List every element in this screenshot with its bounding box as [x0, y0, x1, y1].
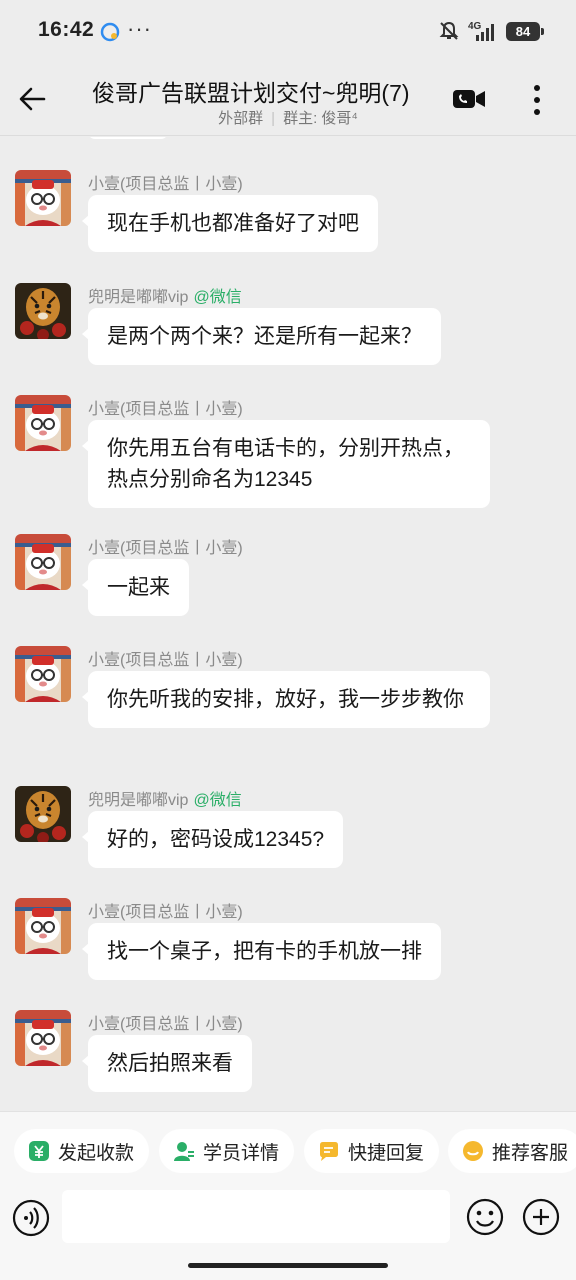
sender-name: 小壹(项目总监丨小壹) [88, 904, 243, 921]
emoji-icon[interactable] [466, 1198, 504, 1236]
avatar-tiger[interactable] [15, 283, 71, 339]
chat-subtitle: 外部群 | 群主: 俊哥⁴ [0, 107, 576, 128]
message-bubble[interactable]: 一起来 [82, 559, 189, 616]
chip-label: 推荐客服 [492, 1142, 569, 1164]
wechat-tag: @微信 [193, 792, 242, 809]
quick-action-quick-reply[interactable]: 快捷回复 [304, 1129, 440, 1173]
recommend-icon [463, 1141, 483, 1161]
external-group-label: 外部群 [218, 110, 264, 127]
wechat-tag: @微信 [193, 289, 242, 306]
sender-name: 兜明是嘟嘟vip @微信 [88, 289, 242, 306]
payment-icon [29, 1141, 49, 1161]
message-bubble[interactable]: 你先用五台有电话卡的，分别开热点，热点分别命名为12345 [82, 420, 490, 508]
chat-title[interactable]: 俊哥广告联盟计划交付~兜明(7) [92, 74, 437, 108]
message-bubble[interactable]: 你先听我的安排，放好，我一步步教你 [82, 671, 490, 728]
network-type: 4G [468, 21, 482, 32]
input-bar [0, 1189, 576, 1280]
plus-icon[interactable] [522, 1198, 560, 1236]
chat-header: 俊哥广告联盟计划交付~兜明(7) 外部群 | 群主: 俊哥⁴ [0, 62, 576, 136]
app-notification-icon [100, 22, 120, 42]
previous-message-bubble [88, 137, 168, 139]
battery-icon: 84 [506, 21, 544, 41]
sender-name: 小壹(项目总监丨小壹) [88, 652, 243, 669]
avatar-xiaoyi[interactable] [15, 646, 71, 702]
subtitle-separator: | [271, 110, 276, 127]
chip-label: 学员详情 [203, 1142, 280, 1164]
sender-name: 兜明是嘟嘟vip @微信 [88, 792, 242, 809]
chip-label: 发起收款 [58, 1142, 135, 1164]
sender-name: 小壹(项目总监丨小壹) [88, 401, 243, 418]
avatar-xiaoyi[interactable] [15, 1010, 71, 1066]
message-bubble[interactable]: 现在手机也都准备好了对吧 [82, 195, 378, 252]
avatar-xiaoyi[interactable] [15, 898, 71, 954]
quick-actions-bar: 发起收款 学员详情 快捷回复 推荐客服 [0, 1111, 576, 1189]
message-input[interactable] [62, 1190, 450, 1243]
quick-action-recommend-service[interactable]: 推荐客服 [448, 1129, 576, 1173]
home-indicator[interactable] [188, 1263, 388, 1268]
student-icon [174, 1142, 194, 1161]
status-bar: 16:42 ··· 4G 84 [0, 0, 576, 62]
avatar-xiaoyi[interactable] [15, 170, 71, 226]
chip-label: 快捷回复 [348, 1142, 425, 1164]
avatar-tiger[interactable] [15, 786, 71, 842]
message-bubble[interactable]: 是两个两个来？还是所有一起来？ [82, 308, 441, 365]
sender-name: 小壹(项目总监丨小壹) [88, 176, 243, 193]
sender-name: 小壹(项目总监丨小壹) [88, 540, 243, 557]
mute-icon [439, 21, 459, 40]
message-bubble[interactable]: 找一个桌子，把有卡的手机放一排 [82, 923, 441, 980]
video-call-icon[interactable] [452, 88, 486, 110]
quick-action-payment[interactable]: 发起收款 [14, 1129, 150, 1173]
status-more-dots: ··· [127, 16, 152, 41]
group-owner-label: 群主: 俊哥⁴ [283, 110, 358, 127]
status-time: 16:42 [38, 18, 95, 41]
message-bubble[interactable]: 然后拍照来看 [82, 1035, 252, 1092]
avatar-xiaoyi[interactable] [15, 395, 71, 451]
sender-name: 小壹(项目总监丨小壹) [88, 1016, 243, 1033]
avatar-xiaoyi[interactable] [15, 534, 71, 590]
quick-action-student-details[interactable]: 学员详情 [159, 1129, 295, 1173]
message-list[interactable]: 小壹(项目总监丨小壹) 现在手机也都准备好了对吧 兜明是嘟嘟vip @微信 是两个… [0, 137, 576, 1111]
voice-input-icon[interactable] [12, 1199, 50, 1237]
more-options-icon[interactable] [526, 82, 548, 118]
quick-reply-icon [320, 1142, 338, 1161]
message-bubble[interactable]: 好的，密码设成12345? [81, 811, 344, 868]
signal-icon: 4G [468, 21, 494, 41]
